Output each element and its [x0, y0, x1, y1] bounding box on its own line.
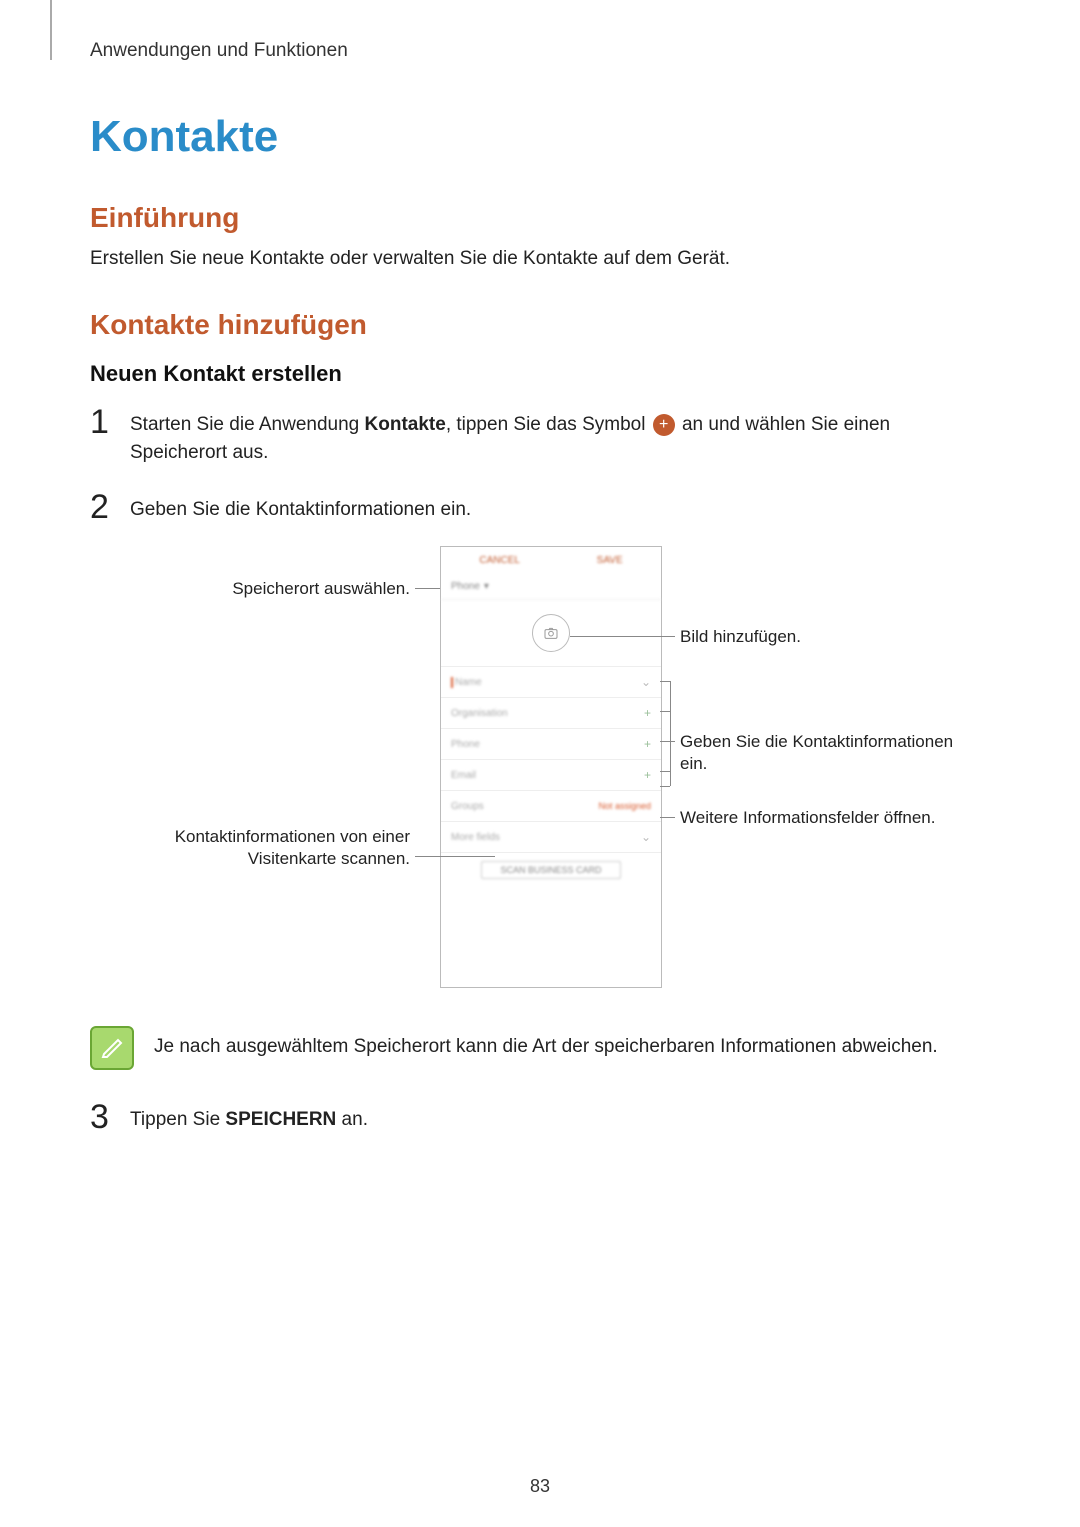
- save-label: SAVE: [597, 555, 623, 566]
- field-label: More fields: [451, 832, 500, 843]
- lead-line: [660, 771, 670, 772]
- step-3: 3 Tippen Sie SPEICHERN an.: [90, 1100, 990, 1135]
- cancel-label: CANCEL: [479, 555, 520, 566]
- plus-icon: +: [644, 768, 651, 782]
- callout-image: Bild hinzufügen.: [680, 626, 801, 648]
- field-label: Phone: [451, 739, 480, 750]
- groups-value: Not assigned: [598, 801, 651, 811]
- note-text: Je nach ausgewähltem Speicherort kann di…: [154, 1026, 938, 1061]
- scan-button: SCAN BUSINESS CARD: [481, 861, 620, 879]
- step-text: Starten Sie die Anwendung: [130, 414, 365, 435]
- page-title: Kontakte: [90, 112, 990, 162]
- step-text: Tippen Sie: [130, 1109, 225, 1130]
- field-name: Name ⌄: [441, 667, 661, 698]
- plus-icon: +: [653, 414, 675, 436]
- field-label: Email: [451, 770, 476, 781]
- field-org: Organisation +: [441, 698, 661, 729]
- callout-info: Geben Sie die Kontaktinformationen ein.: [680, 731, 970, 775]
- lead-line: [660, 711, 670, 712]
- diagram: CANCEL SAVE Phone ▾ Name ⌄: [90, 546, 990, 1006]
- camera-icon: [532, 614, 570, 652]
- note-icon: [90, 1026, 134, 1070]
- storage-dropdown: Phone ▾: [441, 573, 661, 600]
- breadcrumb: Anwendungen und Funktionen: [90, 40, 990, 62]
- lead-line: [415, 856, 495, 857]
- note: Je nach ausgewähltem Speicherort kann di…: [90, 1026, 990, 1070]
- chevron-down-icon: ⌄: [641, 675, 651, 689]
- field-email: Email +: [441, 760, 661, 791]
- step-body: Tippen Sie SPEICHERN an.: [130, 1100, 368, 1135]
- page-number: 83: [0, 1476, 1080, 1497]
- lead-line: [660, 681, 670, 682]
- field-phone: Phone +: [441, 729, 661, 760]
- phone-top-bar: CANCEL SAVE: [441, 547, 661, 573]
- lead-line: [660, 741, 675, 742]
- dropdown-label: Phone: [451, 581, 480, 592]
- field-groups: Groups Not assigned: [441, 791, 661, 822]
- plus-icon: +: [644, 737, 651, 751]
- callout-storage: Speicherort auswählen.: [90, 578, 410, 600]
- callout-scan: Kontaktinformationen von einer Visitenka…: [130, 826, 410, 870]
- step-number: 3: [90, 1100, 130, 1134]
- step-body: Geben Sie die Kontaktinformationen ein.: [130, 490, 471, 525]
- callout-more: Weitere Informationsfelder öffnen.: [680, 807, 935, 829]
- field-label: Groups: [451, 801, 484, 812]
- scan-row: SCAN BUSINESS CARD: [441, 853, 661, 887]
- lead-line: [660, 817, 675, 818]
- step-body: Starten Sie die Anwendung Kontakte, tipp…: [130, 405, 990, 468]
- lead-line: [670, 681, 671, 786]
- step-number: 1: [90, 405, 130, 439]
- intro-text: Erstellen Sie neue Kontakte oder verwalt…: [90, 246, 990, 273]
- step-1: 1 Starten Sie die Anwendung Kontakte, ti…: [90, 405, 990, 468]
- chevron-down-icon: ⌄: [641, 830, 651, 844]
- header-vertical-line: [50, 0, 52, 60]
- section-add-heading: Kontakte hinzufügen: [90, 309, 990, 341]
- chevron-down-icon: ▾: [484, 581, 489, 592]
- field-label: Name: [451, 677, 482, 688]
- field-label: Organisation: [451, 708, 508, 719]
- photo-row: [441, 600, 661, 667]
- step-text: an.: [336, 1109, 368, 1130]
- section-intro-heading: Einführung: [90, 202, 990, 234]
- subsection-heading: Neuen Kontakt erstellen: [90, 361, 990, 387]
- lead-line: [660, 786, 670, 787]
- lead-line: [415, 588, 440, 589]
- lead-line: [570, 636, 675, 637]
- step-bold: SPEICHERN: [225, 1109, 336, 1130]
- step-2: 2 Geben Sie die Kontaktinformationen ein…: [90, 490, 990, 525]
- step-number: 2: [90, 490, 130, 524]
- step-text: , tippen Sie das Symbol: [446, 414, 651, 435]
- field-more: More fields ⌄: [441, 822, 661, 853]
- plus-icon: +: [644, 706, 651, 720]
- phone-mock: CANCEL SAVE Phone ▾ Name ⌄: [440, 546, 662, 988]
- step-bold: Kontakte: [365, 414, 446, 435]
